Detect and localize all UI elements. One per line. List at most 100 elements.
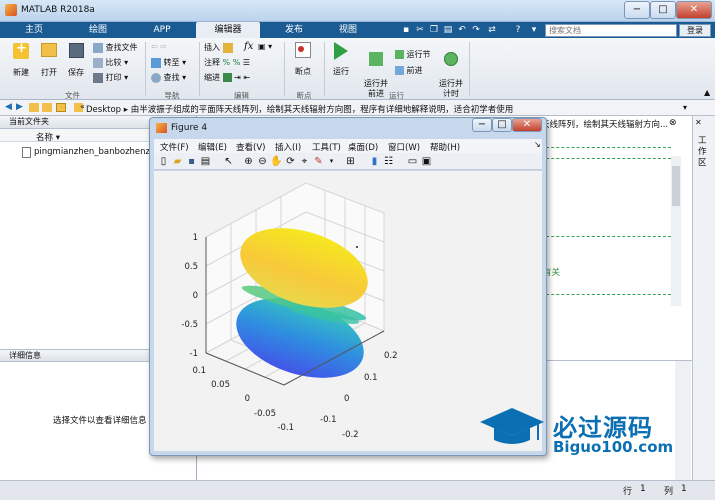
z-tick-label: 1: [193, 233, 198, 243]
find-button[interactable]: 查找 ▾: [151, 72, 186, 83]
search-documentation-input[interactable]: 搜索文档: [545, 24, 677, 37]
new-figure-icon[interactable]: ▯: [157, 155, 170, 168]
editor-tab-title[interactable]: 天线阵列，绘制其天线辐射方向...: [541, 118, 668, 130]
workspace-tab[interactable]: 工作区: [698, 136, 710, 169]
switch-window-icon[interactable]: ⇄: [486, 24, 498, 36]
status-bar: 行 1 列 1: [0, 480, 715, 500]
save-icon[interactable]: ▪: [400, 24, 412, 36]
collapse-ribbon-icon[interactable]: ▲: [704, 88, 710, 97]
back-icon[interactable]: ◀: [5, 102, 12, 112]
menu-edit[interactable]: 编辑(E): [198, 141, 227, 153]
tab-home[interactable]: 主页: [2, 22, 66, 38]
pointer-icon[interactable]: ↖: [222, 155, 235, 168]
current-path[interactable]: Desktop ▸ 由半波振子组成的平面阵天线阵列，绘制其天线辐射方向图，程序有…: [86, 103, 513, 115]
code-divider: [541, 236, 671, 237]
printer-icon: [93, 72, 103, 83]
browse-folder-icon[interactable]: [42, 103, 52, 112]
print-button[interactable]: 打印 ▾: [93, 72, 128, 83]
menu-tools[interactable]: 工具(T): [312, 141, 341, 153]
code-divider: [541, 130, 671, 148]
cut-icon[interactable]: ✂: [414, 24, 426, 36]
tab-view[interactable]: 视图: [316, 22, 380, 38]
workspace-close-icon[interactable]: ✕: [695, 118, 702, 127]
minimize-button[interactable]: −: [624, 1, 650, 19]
folder-icon[interactable]: [56, 103, 66, 112]
insert-button[interactable]: 插入: [204, 42, 233, 53]
menu-file[interactable]: 文件(F): [160, 141, 189, 153]
hide-plot-tools-icon[interactable]: ▭: [406, 155, 419, 168]
close-button[interactable]: ✕: [676, 1, 712, 19]
path-dropdown-icon[interactable]: ▾: [683, 103, 687, 112]
z-tick-label: -1: [190, 349, 198, 359]
figure-minimize-button[interactable]: −: [472, 118, 492, 132]
compare-button[interactable]: 比较 ▾: [93, 57, 128, 68]
brush-icon[interactable]: ✎: [312, 155, 325, 168]
expand-icon[interactable]: ▾: [528, 24, 540, 36]
close-editor-icon[interactable]: ⊗: [669, 118, 677, 128]
z-tick-label: 0: [193, 291, 198, 301]
file-list-item[interactable]: pingmianzhen_banbozhenzi.m: [34, 147, 163, 157]
rotate-3d-icon[interactable]: ⟳: [284, 155, 297, 168]
new-button[interactable]: + 新建: [11, 41, 31, 78]
goto-button[interactable]: 转至 ▾: [151, 57, 186, 68]
open-button[interactable]: 打开: [39, 43, 59, 78]
maximize-button[interactable]: □: [650, 1, 676, 19]
fx-button[interactable]: fx: [244, 41, 253, 52]
show-plot-tools-icon[interactable]: ▣: [420, 155, 433, 168]
menu-window[interactable]: 窗口(W): [388, 141, 420, 153]
advance-icon: [395, 66, 404, 75]
insert-icon: [222, 42, 233, 53]
paste-icon[interactable]: ▤: [442, 24, 454, 36]
undo-icon[interactable]: ↶: [456, 24, 468, 36]
figure-maximize-button[interactable]: □: [492, 118, 512, 132]
run-button[interactable]: 运行: [330, 42, 352, 77]
link-plot-icon[interactable]: ⊞: [344, 155, 357, 168]
up-folder-icon[interactable]: [29, 103, 39, 112]
copy-icon[interactable]: ❐: [428, 24, 440, 36]
open-file-icon[interactable]: ▰: [171, 155, 184, 168]
find-files-button[interactable]: 查找文件: [93, 42, 138, 53]
login-button[interactable]: 登录: [679, 24, 711, 37]
print-figure-icon[interactable]: ▤: [199, 155, 212, 168]
colorbar-icon[interactable]: ▮: [368, 155, 381, 168]
breakpoint-icon: [295, 42, 311, 58]
comment-button[interactable]: 注释 % % ☰: [204, 57, 250, 68]
name-column-header[interactable]: 名称 ▾: [36, 131, 60, 143]
tab-plots[interactable]: 绘图: [66, 22, 130, 38]
redo-icon[interactable]: ↷: [470, 24, 482, 36]
advance-button[interactable]: 前进: [395, 65, 423, 76]
indent-button[interactable]: 缩进 ⇥ ⇤: [204, 72, 250, 83]
command-scrollbar[interactable]: [675, 361, 691, 480]
nav-disabled-icons: ⇦ ⇨: [151, 42, 167, 51]
zoom-out-icon[interactable]: ⊖: [256, 155, 269, 168]
pan-icon[interactable]: ✋: [270, 155, 283, 168]
save-figure-icon[interactable]: ▪: [185, 155, 198, 168]
tab-editor[interactable]: 编辑器: [196, 22, 260, 38]
comment-toggle-icon: %: [232, 58, 241, 67]
zoom-in-icon[interactable]: ⊕: [242, 155, 255, 168]
row-label: 行: [623, 487, 633, 497]
editor-scrollbar[interactable]: [671, 156, 681, 306]
menu-help[interactable]: 帮助(H): [430, 141, 460, 153]
insert-function-icon[interactable]: ▣ ▾: [258, 42, 272, 51]
compare-icon: [93, 57, 103, 68]
save-button[interactable]: 保存: [66, 43, 86, 78]
disk-icon: [68, 43, 84, 58]
figure-close-button[interactable]: ✕: [512, 118, 542, 132]
col-value: 1: [681, 484, 687, 494]
tab-apps[interactable]: APP: [130, 22, 194, 38]
legend-icon[interactable]: ☷: [382, 155, 395, 168]
forward-icon[interactable]: ▶: [16, 102, 23, 112]
menu-view[interactable]: 查看(V): [236, 141, 265, 153]
brush-dropdown-icon[interactable]: ▾: [325, 155, 338, 168]
menu-insert[interactable]: 插入(I): [275, 141, 301, 153]
z-tick-label: -0.5: [181, 320, 198, 330]
overflow-chevron-icon[interactable]: «: [80, 102, 85, 111]
run-section-button[interactable]: 运行节: [395, 49, 431, 60]
breakpoints-button[interactable]: 断点: [289, 42, 317, 77]
y-tick-label: 0.1: [192, 366, 206, 376]
menu-desktop[interactable]: 桌面(D): [348, 141, 378, 153]
menu-dock-icon[interactable]: ↘: [534, 140, 541, 149]
help-icon[interactable]: ?: [512, 24, 524, 36]
data-cursor-icon[interactable]: ⌖: [298, 155, 311, 168]
